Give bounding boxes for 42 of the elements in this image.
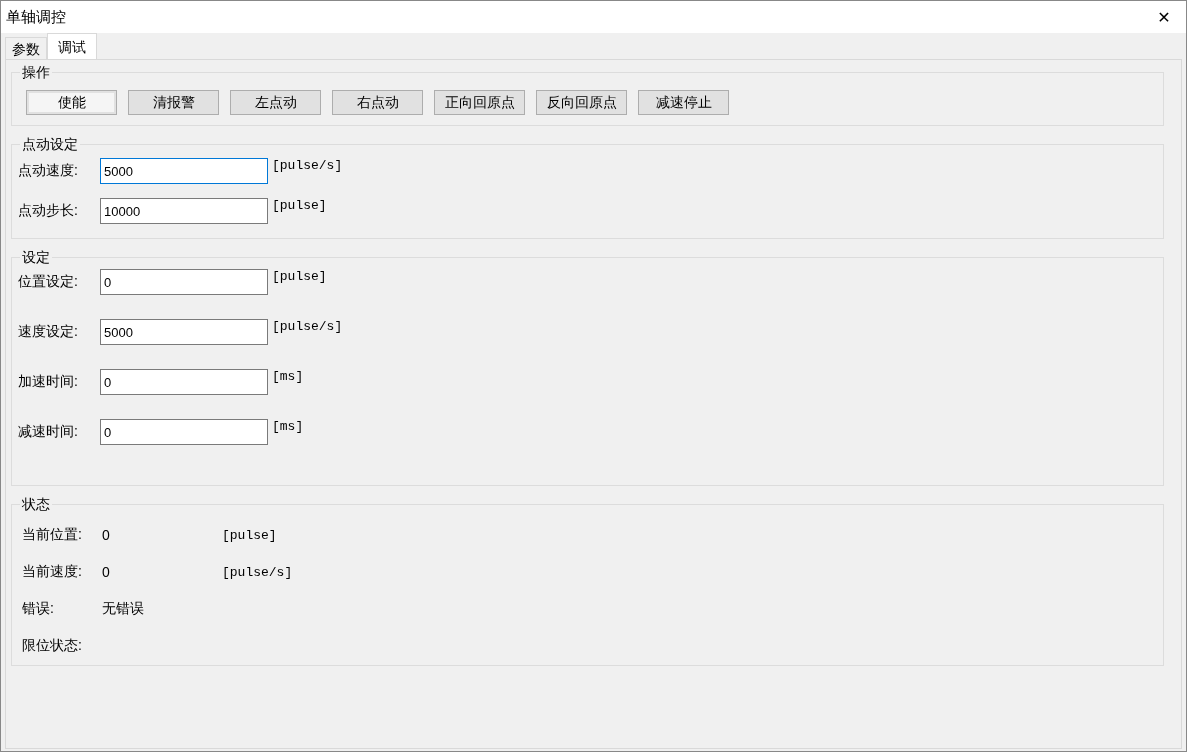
unit-label: [ms] [272, 419, 304, 434]
action-button[interactable]: 反向回原点 [536, 90, 627, 115]
input-field[interactable]: 5000 [100, 319, 268, 345]
field-label: 减速时间: [18, 422, 79, 441]
action-button[interactable]: 使能 [26, 90, 117, 115]
unit-label: [pulse/s] [222, 564, 293, 580]
tab[interactable]: 调试 [47, 33, 97, 59]
status-value: 0 [102, 527, 111, 543]
status-value: 0 [102, 564, 111, 580]
action-button[interactable]: 清报警 [128, 90, 219, 115]
action-button[interactable]: 右点动 [332, 90, 423, 115]
unit-label: [pulse/s] [272, 319, 343, 334]
group-title: 设定 [21, 249, 51, 265]
unit-label: [pulse] [222, 527, 277, 543]
close-button[interactable]: ✕ [1142, 1, 1186, 33]
field-label: 速度设定: [18, 322, 79, 341]
action-button[interactable]: 左点动 [230, 90, 321, 115]
status-label: 当前速度: [22, 563, 83, 581]
input-field[interactable]: 0 [100, 269, 268, 295]
group-title: 操作 [21, 64, 51, 80]
status-label: 当前位置: [22, 526, 83, 544]
input-field[interactable]: 10000 [100, 198, 268, 224]
field-label: 加速时间: [18, 372, 79, 391]
unit-label: [pulse] [272, 198, 327, 213]
input-field[interactable]: 0 [100, 419, 268, 445]
tab[interactable]: 参数 [5, 37, 47, 59]
group-title: 状态 [21, 496, 51, 512]
status-label: 限位状态: [22, 637, 83, 655]
unit-label: [ms] [272, 369, 304, 384]
input-field[interactable]: 0 [100, 369, 268, 395]
status-label: 错误: [22, 600, 55, 618]
status-value: 无错误 [102, 600, 145, 618]
field-label: 点动速度: [18, 161, 79, 180]
unit-label: [pulse/s] [272, 158, 343, 173]
window-title: 单轴调控 [6, 7, 66, 27]
field-label: 位置设定: [18, 272, 79, 291]
unit-label: [pulse] [272, 269, 327, 284]
action-button[interactable]: 减速停止 [638, 90, 729, 115]
field-label: 点动步长: [18, 201, 79, 220]
group-title: 点动设定 [21, 136, 79, 152]
action-button[interactable]: 正向回原点 [434, 90, 525, 115]
input-field[interactable]: 5000 [100, 158, 268, 184]
